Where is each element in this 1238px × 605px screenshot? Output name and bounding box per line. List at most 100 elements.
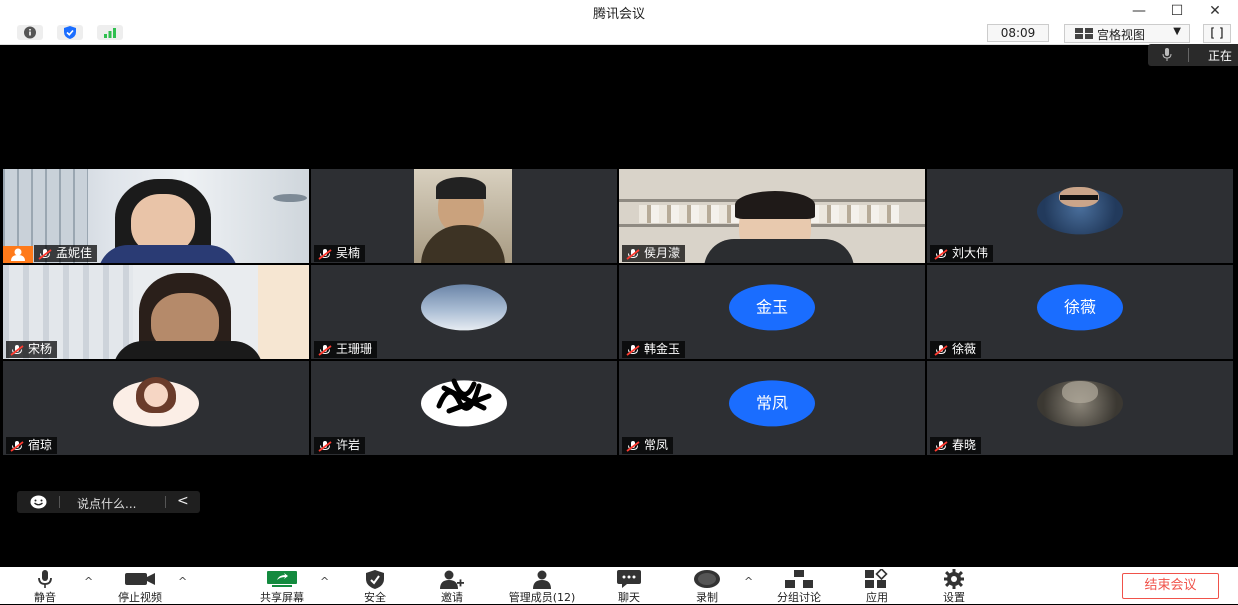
participant-video-image [258,265,309,359]
settings-button[interactable]: 设置 [929,569,979,605]
apps-button[interactable]: 应用 [852,569,902,605]
mute-label: 静音 [34,591,56,604]
microphone-muted-icon [934,344,948,359]
participant-initials-avatar: 常凤 [729,380,815,427]
breakout-label: 分组讨论 [777,591,821,604]
participant-tile[interactable]: 宿琼 [3,361,309,455]
participant-tile[interactable]: 许岩 [311,361,617,455]
participant-tile[interactable]: 金玉 韩金玉 [619,265,925,359]
participant-name-text: 宿琼 [28,438,53,452]
add-user-icon [427,569,477,589]
members-icon [500,569,584,589]
minimize-button[interactable]: — [1128,2,1150,20]
window-title: 腾讯会议 [592,7,645,22]
breakout-button[interactable]: 分组讨论 [768,569,830,605]
participant-name-text: 宋杨 [28,342,53,356]
record-button[interactable]: 录制 [682,569,732,605]
manage-members-button[interactable]: 管理成员(12) [500,569,584,605]
participant-video-image [11,248,25,261]
share-screen-icon [250,569,314,589]
participant-name-text: 刘大伟 [952,246,989,260]
chevron-down-icon: ▼ [1173,26,1181,37]
breakout-icon [768,569,830,589]
stop-video-button[interactable]: 停止视频 [108,569,172,605]
participant-video-image [704,239,854,263]
participant-name: 刘大伟 [930,245,994,263]
settings-label: 设置 [943,591,965,604]
end-meeting-button[interactable]: 结束会议 [1122,573,1219,599]
shield-icon[interactable] [57,25,83,40]
participant-name-text: 徐薇 [952,342,977,356]
participant-tile[interactable]: 春晓 [927,361,1233,455]
participant-tile[interactable]: 刘大伟 [927,169,1233,263]
emoji-icon[interactable] [30,495,47,509]
chat-placeholder[interactable]: 说点什么... [77,495,136,512]
invite-button[interactable]: 邀请 [427,569,477,605]
chat-input-bar[interactable]: 说点什么... < [17,491,200,513]
participant-name: 常凤 [622,437,674,454]
participant-initials-avatar: 徐薇 [1037,284,1123,331]
microphone-muted-icon [318,344,332,359]
participant-video-image [273,194,307,202]
divider [59,496,60,508]
participant-name-text: 许岩 [336,438,361,452]
title-bar: 腾讯会议 — ☐ ✕ [0,0,1238,22]
collapse-chat-button[interactable]: < [177,493,189,509]
participant-name: 孟妮佳 [34,245,98,262]
chevron-up-icon[interactable]: ^ [320,575,329,588]
microphone-icon [1162,48,1172,65]
participant-video-image [144,383,168,407]
participant-name-text: 吴楠 [336,246,361,260]
participant-name: 宿琼 [6,437,58,454]
participant-video-image [1062,381,1098,403]
participant-name-text: 常凤 [644,438,669,452]
microphone-muted-icon [934,248,948,263]
microphone-muted-icon [934,440,948,455]
participant-video-image [735,191,815,219]
participant-name: 徐薇 [930,341,982,359]
participant-tile[interactable]: 常凤 常凤 [619,361,925,455]
participant-tile[interactable]: 吴楠 [311,169,617,263]
chat-label: 聊天 [618,591,640,604]
participant-tile[interactable]: 侯月濛 [619,169,925,263]
chevron-up-icon[interactable]: ^ [84,575,93,588]
chat-button[interactable]: 聊天 [604,569,654,605]
participant-tile[interactable]: 徐薇 徐薇 [927,265,1233,359]
signal-icon[interactable] [97,25,123,40]
top-toolbar: 08:09 宫格视图 ▼ [ ] [0,22,1238,45]
grid-view-icon [1075,28,1093,42]
participant-initials-avatar: 金玉 [729,284,815,331]
apps-icon [852,569,902,589]
chevron-up-icon[interactable]: ^ [744,575,753,588]
invite-label: 邀请 [441,591,463,604]
maximize-button[interactable]: ☐ [1166,2,1188,20]
participant-video-image [436,378,492,414]
participant-tile[interactable]: 孟妮佳 [3,169,309,263]
participant-tile[interactable]: 宋杨 [3,265,309,359]
info-icon[interactable] [17,25,43,40]
microphone-icon [20,569,70,589]
share-screen-button[interactable]: 共享屏幕 [250,569,314,605]
shield-icon [350,569,400,589]
security-button[interactable]: 安全 [350,569,400,605]
participant-name: 吴楠 [314,245,366,263]
participant-name: 王珊珊 [314,341,378,359]
microphone-muted-icon [318,248,332,263]
view-switch-button[interactable]: 宫格视图 ▼ [1064,24,1190,43]
chat-bubble-icon [604,569,654,589]
video-camera-icon [108,569,172,589]
participant-tile[interactable]: 王珊珊 [311,265,617,359]
divider [165,496,166,508]
close-button[interactable]: ✕ [1204,2,1226,20]
participant-name-text: 孟妮佳 [56,246,93,260]
control-bar: 静音 ^ 停止视频 ^ 共享屏幕 ^ 安全 邀请 管理成员(12) 聊天 录制 … [0,567,1238,604]
stop-video-label: 停止视频 [118,591,162,604]
mute-button[interactable]: 静音 [20,569,70,605]
microphone-muted-icon [626,344,640,359]
participant-video-image [98,245,238,263]
speaking-indicator: 正在 [1148,44,1238,66]
chevron-up-icon[interactable]: ^ [178,575,187,588]
security-label: 安全 [364,591,386,604]
fullscreen-button[interactable]: [ ] [1203,24,1231,43]
gear-icon [929,569,979,589]
